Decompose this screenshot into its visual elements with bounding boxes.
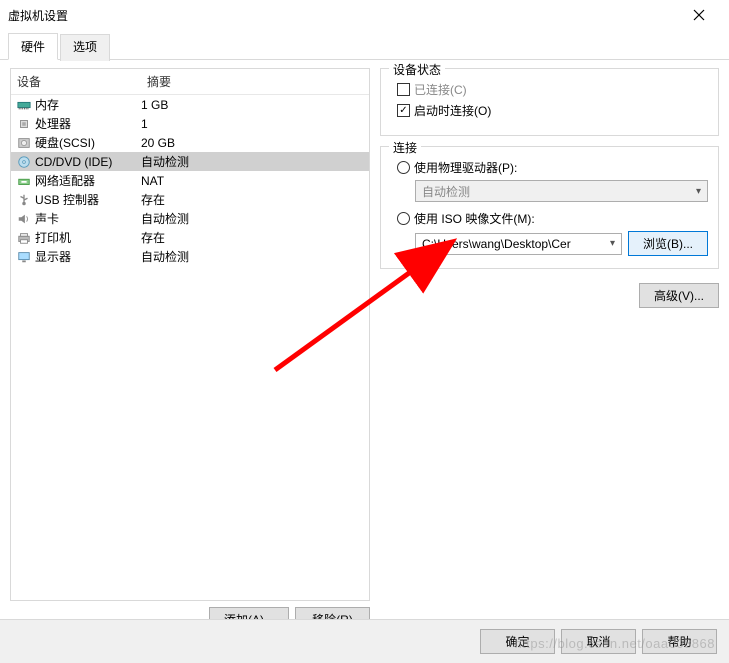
advanced-row: 高级(V)...	[380, 283, 719, 308]
device-name: 声卡	[33, 210, 141, 227]
device-row[interactable]: 处理器1	[11, 114, 369, 133]
device-summary: 自动检测	[141, 210, 365, 227]
help-button[interactable]: 帮助	[642, 629, 717, 654]
device-summary: 存在	[141, 229, 365, 246]
browse-button[interactable]: 浏览(B)...	[628, 231, 708, 256]
window-title: 虚拟机设置	[8, 7, 676, 24]
tab-options[interactable]: 选项	[60, 34, 110, 61]
tab-bar: 硬件 选项	[0, 32, 729, 60]
cd-icon	[15, 155, 33, 169]
device-summary: NAT	[141, 174, 365, 188]
legend-device-status: 设备状态	[389, 61, 445, 78]
device-summary: 1 GB	[141, 98, 365, 112]
device-name: 处理器	[33, 115, 141, 132]
checkbox-connected-row[interactable]: 已连接(C)	[397, 81, 708, 98]
radio-physical-row[interactable]: 使用物理驱动器(P):	[397, 159, 708, 176]
device-summary: 自动检测	[141, 248, 365, 265]
device-row[interactable]: 网络适配器NAT	[11, 171, 369, 190]
device-name: 显示器	[33, 248, 141, 265]
printer-icon	[15, 231, 33, 245]
device-list[interactable]: 设备 摘要 内存1 GB处理器1硬盘(SCSI)20 GBCD/DVD (IDE…	[10, 68, 370, 601]
label-physical: 使用物理驱动器(P):	[414, 159, 517, 176]
left-column: 设备 摘要 内存1 GB处理器1硬盘(SCSI)20 GBCD/DVD (IDE…	[10, 68, 370, 632]
iso-path-combo[interactable]: C:\Users\wang\Desktop\Cer ▾	[415, 233, 622, 255]
physical-drive-combo: 自动检测 ▾	[415, 180, 708, 202]
memory-icon	[15, 98, 33, 112]
radio-iso-row[interactable]: 使用 ISO 映像文件(M):	[397, 210, 708, 227]
radio-physical[interactable]	[397, 161, 410, 174]
sound-icon	[15, 212, 33, 226]
display-icon	[15, 250, 33, 264]
device-summary: 1	[141, 117, 365, 131]
device-name: 内存	[33, 96, 141, 113]
content-area: 设备 摘要 内存1 GB处理器1硬盘(SCSI)20 GBCD/DVD (IDE…	[0, 60, 729, 640]
close-button[interactable]	[676, 0, 721, 30]
label-connect-poweron: 启动时连接(O)	[414, 102, 491, 119]
header-summary[interactable]: 摘要	[141, 69, 369, 94]
net-icon	[15, 174, 33, 188]
radio-iso[interactable]	[397, 212, 410, 225]
device-name: USB 控制器	[33, 191, 141, 208]
checkbox-connect-poweron-row[interactable]: ✓ 启动时连接(O)	[397, 102, 708, 119]
group-connection: 连接 使用物理驱动器(P): 自动检测 ▾ 使用 ISO 映像文件(M): C:…	[380, 146, 719, 269]
device-name: 打印机	[33, 229, 141, 246]
device-name: 网络适配器	[33, 172, 141, 189]
titlebar: 虚拟机设置	[0, 0, 729, 30]
device-summary: 20 GB	[141, 136, 365, 150]
usb-icon	[15, 193, 33, 207]
tab-hardware[interactable]: 硬件	[8, 33, 58, 60]
cpu-icon	[15, 117, 33, 131]
device-row[interactable]: 硬盘(SCSI)20 GB	[11, 133, 369, 152]
device-name: CD/DVD (IDE)	[33, 155, 141, 169]
advanced-button[interactable]: 高级(V)...	[639, 283, 719, 308]
legend-connection: 连接	[389, 139, 421, 156]
close-icon	[693, 9, 705, 21]
footer: 确定 取消 帮助	[0, 619, 729, 663]
device-row[interactable]: 声卡自动检测	[11, 209, 369, 228]
chevron-down-icon: ▾	[610, 238, 615, 249]
group-device-status: 设备状态 已连接(C) ✓ 启动时连接(O)	[380, 68, 719, 136]
device-row[interactable]: CD/DVD (IDE)自动检测	[11, 152, 369, 171]
device-name: 硬盘(SCSI)	[33, 134, 141, 151]
label-connected: 已连接(C)	[414, 81, 467, 98]
list-header: 设备 摘要	[11, 69, 369, 95]
checkbox-connect-poweron[interactable]: ✓	[397, 104, 410, 117]
label-iso: 使用 ISO 映像文件(M):	[414, 210, 535, 227]
cancel-button[interactable]: 取消	[561, 629, 636, 654]
ok-button[interactable]: 确定	[480, 629, 555, 654]
chevron-down-icon: ▾	[696, 186, 701, 197]
checkbox-connected[interactable]	[397, 83, 410, 96]
list-body: 内存1 GB处理器1硬盘(SCSI)20 GBCD/DVD (IDE)自动检测网…	[11, 95, 369, 266]
device-row[interactable]: USB 控制器存在	[11, 190, 369, 209]
device-summary: 存在	[141, 191, 365, 208]
disk-icon	[15, 136, 33, 150]
right-column: 设备状态 已连接(C) ✓ 启动时连接(O) 连接 使用物理驱动器(P): 自动…	[380, 68, 719, 632]
device-row[interactable]: 内存1 GB	[11, 95, 369, 114]
device-row[interactable]: 打印机存在	[11, 228, 369, 247]
header-device[interactable]: 设备	[11, 69, 141, 94]
device-summary: 自动检测	[141, 153, 365, 170]
physical-drive-value: 自动检测	[422, 183, 470, 200]
device-row[interactable]: 显示器自动检测	[11, 247, 369, 266]
iso-path-value: C:\Users\wang\Desktop\Cer	[422, 237, 571, 251]
